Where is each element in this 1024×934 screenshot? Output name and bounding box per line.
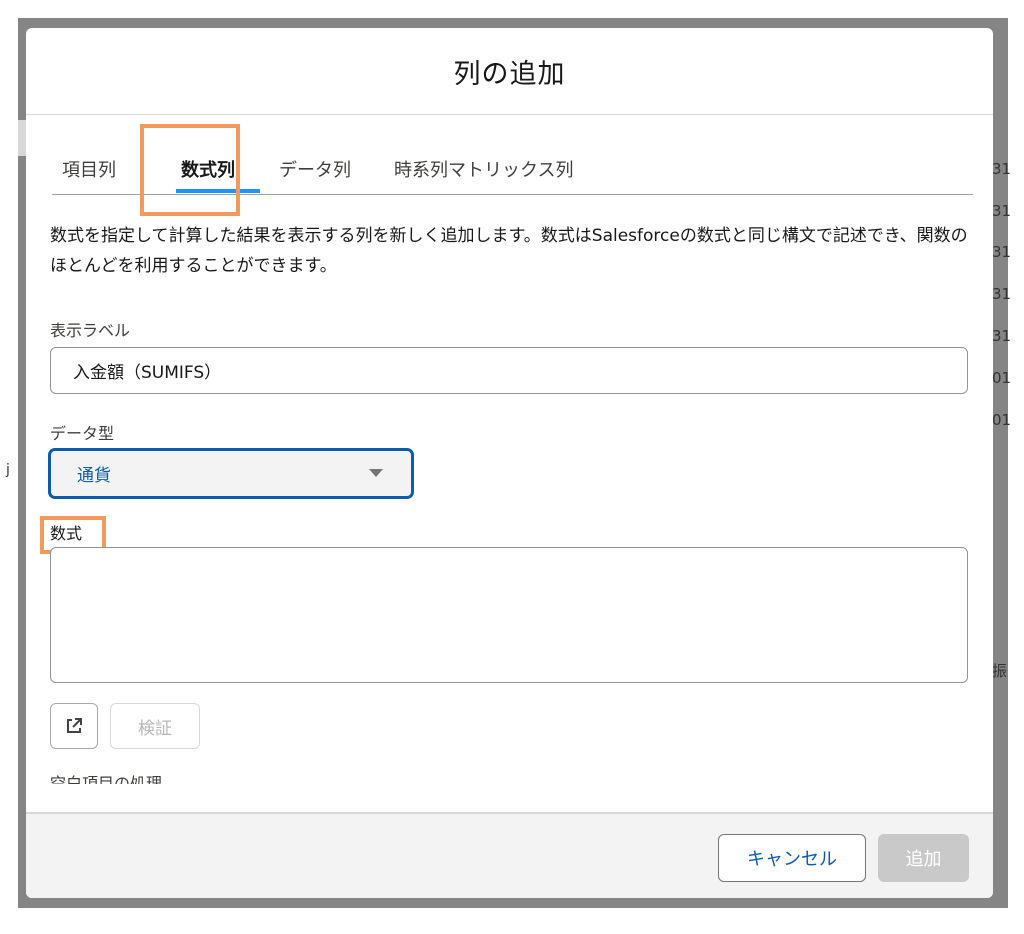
verify-button[interactable]: 検証 <box>110 703 200 749</box>
backdrop-cell-5: 31 <box>992 327 1012 345</box>
blank-field-handling-label: 空白項目の処理 <box>50 774 163 784</box>
external-link-icon <box>67 718 82 733</box>
tab-field-column[interactable]: 項目列 <box>62 156 116 182</box>
chevron-down-icon <box>369 469 383 477</box>
tab-time-series-matrix-column[interactable]: 時系列マトリックス列 <box>394 156 573 182</box>
backdrop-cell-1: 31 <box>992 160 1012 178</box>
highlight-box-tab <box>140 124 240 216</box>
backdrop-cell-3: 31 <box>992 243 1012 261</box>
data-type-label: データ型 <box>50 424 115 443</box>
display-label-input[interactable]: 入金額（SUMIFS） <box>50 347 968 394</box>
formula-textarea[interactable] <box>50 547 968 683</box>
modal-title: 列の追加 <box>453 58 566 90</box>
backdrop-cell-2: 31 <box>992 202 1012 220</box>
backdrop-left-glyph: j <box>6 462 10 478</box>
backdrop-cell-6: 01 <box>992 369 1012 387</box>
display-label-label: 表示ラベル <box>50 321 131 340</box>
cancel-button[interactable]: キャンセル <box>718 834 866 882</box>
backdrop-cell-8: 振 <box>992 662 1008 680</box>
add-button[interactable]: 追加 <box>878 834 969 882</box>
backdrop-cell-4: 31 <box>992 285 1012 303</box>
backdrop-left-row <box>18 120 26 156</box>
add-column-modal: 列の追加 項目列 数式列 データ列 時系列マトリックス列 数式を指定して計算した… <box>26 28 993 898</box>
modal-footer: キャンセル 追加 <box>26 812 993 898</box>
open-formula-editor-button[interactable] <box>50 703 98 749</box>
data-type-select[interactable]: 通貨 <box>48 448 414 499</box>
backdrop-cell-7: 01 <box>992 411 1012 429</box>
data-type-value: 通貨 <box>77 466 111 486</box>
tab-data-column[interactable]: データ列 <box>279 156 351 182</box>
description-text: 数式を指定して計算した結果を表示する列を新しく追加します。数式はSalesfor… <box>50 226 968 276</box>
modal-header: 列の追加 <box>26 28 993 115</box>
